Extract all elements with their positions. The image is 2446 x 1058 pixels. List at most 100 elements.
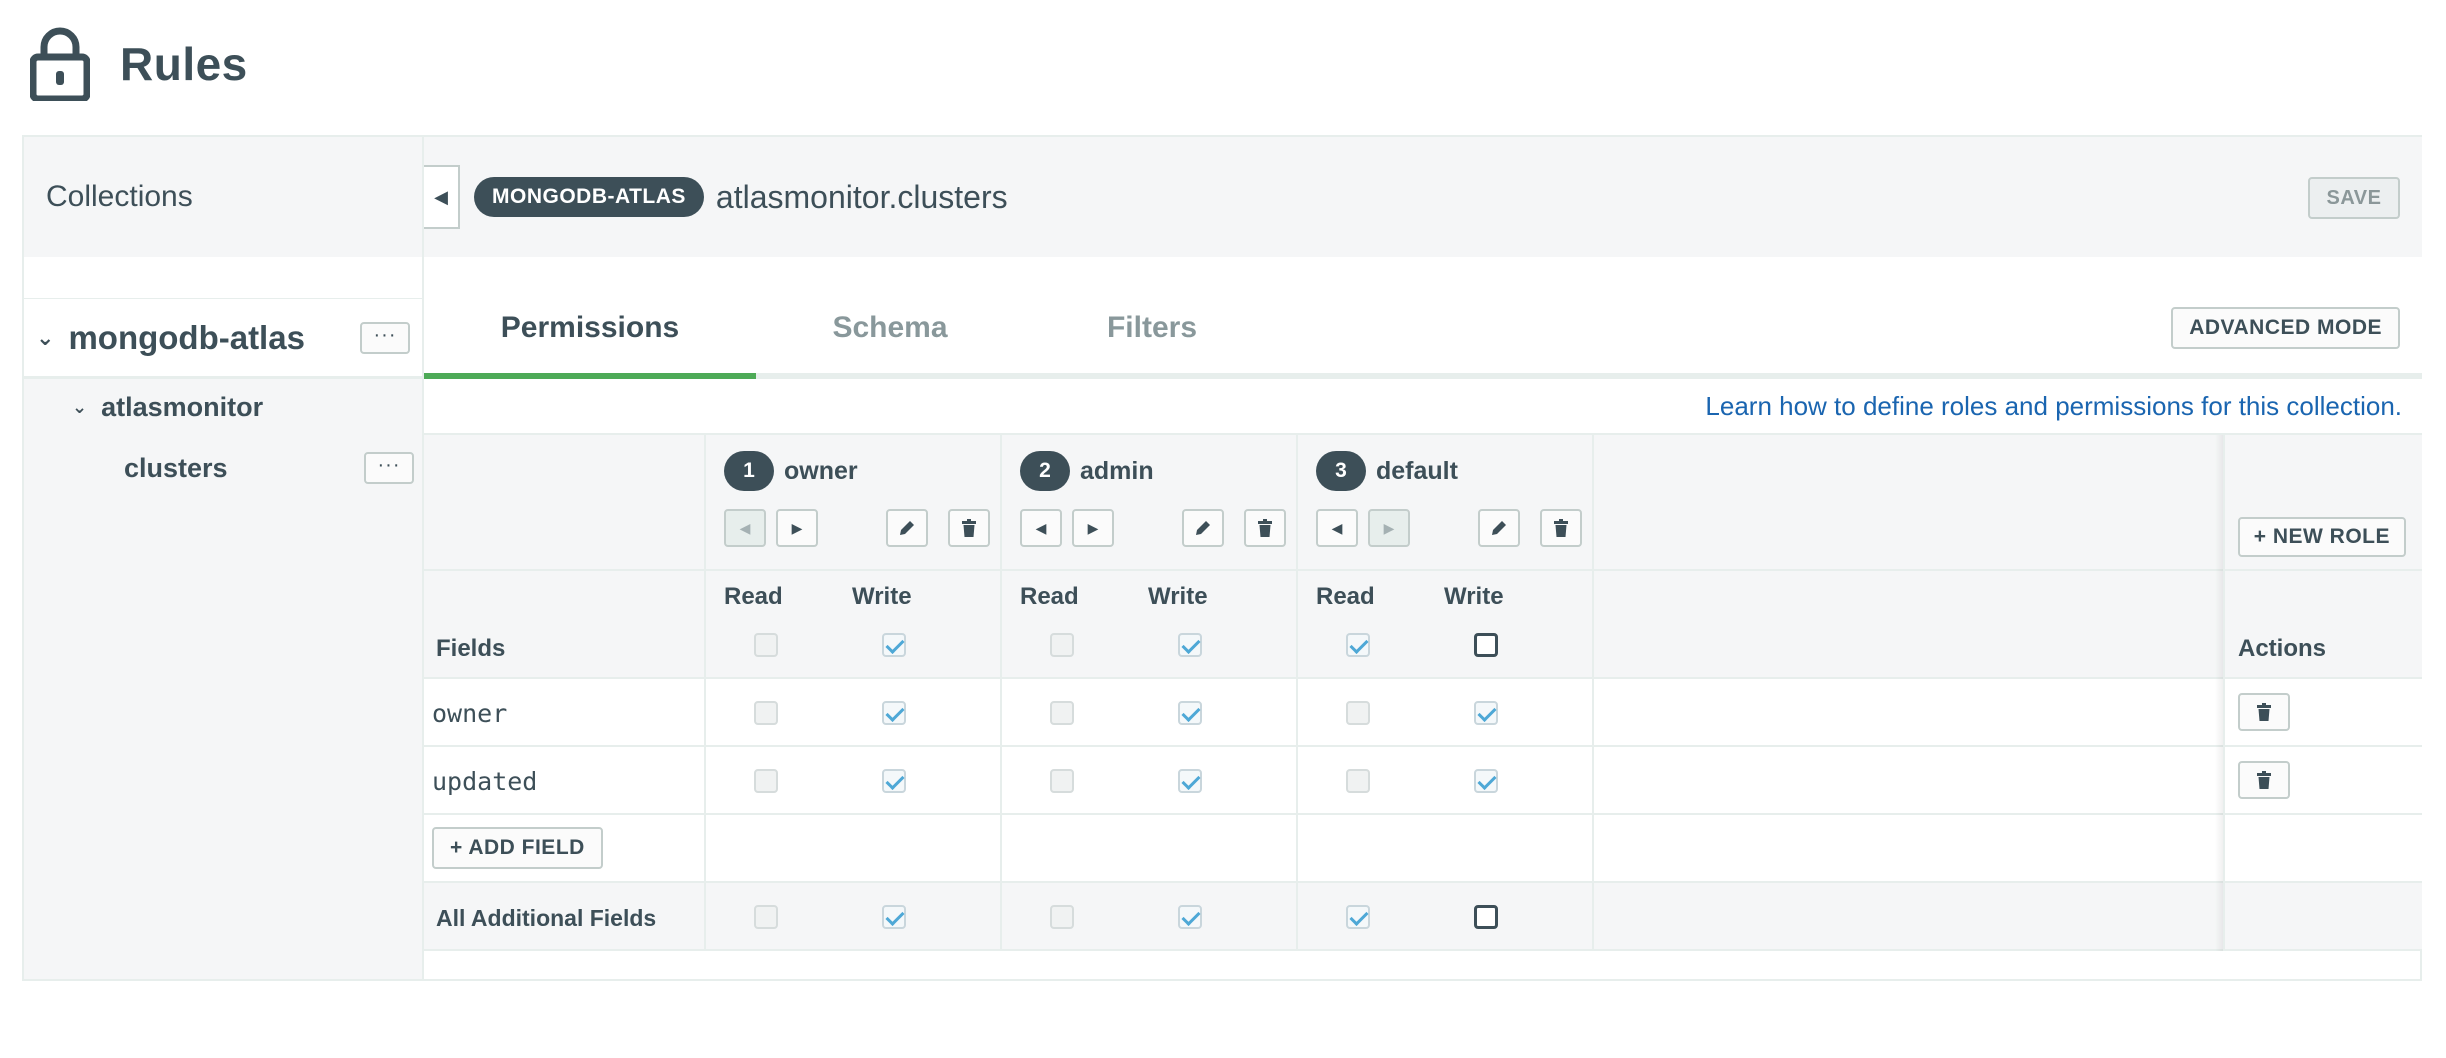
learn-row: Learn how to define roles and permission… [424,379,2422,435]
move-role-right-button[interactable]: ▶ [776,509,818,547]
collections-sidebar: Collections ⌄ mongodb-atlas ··· ⌄ atlasm… [24,137,424,979]
role-write-all-checkbox[interactable] [882,633,906,657]
database-name: atlasmonitor [101,391,264,422]
edit-role-button[interactable] [1182,509,1224,547]
learn-roles-link[interactable]: Learn how to define roles and permission… [1705,391,2402,422]
table-row: owner [424,679,2422,747]
edit-role-button[interactable] [1478,509,1520,547]
new-role-button[interactable]: + NEW ROLE [2237,517,2406,557]
role-number: 2 [1020,451,1070,491]
page-header: Rules [30,24,248,104]
save-button[interactable]: SAVE [2308,177,2400,219]
caret-left-icon: ◀ [1331,519,1343,536]
caret-right-icon: ▶ [1087,519,1099,536]
sidebar-spacer [24,257,422,299]
edit-role-button[interactable] [886,509,928,547]
write-checkbox[interactable] [1178,701,1202,725]
role-number: 3 [1316,451,1366,491]
table-row: updated [424,747,2422,815]
write-checkbox[interactable] [1474,769,1498,793]
service-badge: MONGODB-ATLAS [474,177,704,217]
read-checkbox[interactable] [1346,769,1370,793]
delete-role-button[interactable] [1540,509,1582,547]
write-header: Write [1148,583,1208,610]
role-name: admin [1080,456,1154,485]
delete-field-button[interactable] [2238,693,2290,731]
read-checkbox[interactable] [1050,905,1074,929]
service-name: mongodb-atlas [68,318,305,356]
rules-frame: Collections ⌄ mongodb-atlas ··· ⌄ atlasm… [22,135,2422,981]
chevron-down-icon[interactable]: ⌄ [36,325,54,351]
permissions-header-row: Fields Read Write Read Write Read Write … [424,571,2422,679]
role-header-owner: 1 owner [724,451,858,491]
chevron-down-icon[interactable]: ⌄ [72,397,87,418]
read-checkbox[interactable] [754,701,778,725]
additional-fields-row: All Additional Fields [424,883,2422,951]
write-header: Write [852,583,912,610]
move-role-right-button[interactable]: ▶ [1368,509,1410,547]
service-menu-button[interactable]: ··· [360,321,410,354]
role-write-all-checkbox[interactable] [1178,633,1202,657]
read-header: Read [1316,583,1375,610]
delete-role-button[interactable] [1244,509,1286,547]
write-checkbox[interactable] [882,905,906,929]
trash-icon [2257,703,2271,721]
caret-left-icon: ◀ [1035,519,1047,536]
add-field-button[interactable]: + ADD FIELD [432,827,603,869]
trash-icon [962,519,976,537]
read-checkbox[interactable] [1346,905,1370,929]
collection-menu-button[interactable]: ··· [364,452,414,484]
roles-header-row: 1 owner ◀ ▶ 2 admin ◀ ▶ 3 default ◀ ▶ + … [424,435,2422,571]
role-number: 1 [724,451,774,491]
role-name: default [1376,456,1458,485]
collection-header: ◀ MONGODB-ATLAS atlasmonitor.clusters SA… [424,137,2422,257]
read-checkbox[interactable] [754,769,778,793]
rules-main-panel: ◀ MONGODB-ATLAS atlasmonitor.clusters SA… [424,137,2422,979]
additional-fields-label: All Additional Fields [436,905,657,931]
move-role-left-button[interactable]: ◀ [1316,509,1358,547]
fields-header: Fields [436,635,506,662]
move-role-right-button[interactable]: ▶ [1072,509,1114,547]
field-name: updated [432,767,538,796]
role-write-all-checkbox[interactable] [1474,633,1498,657]
trash-icon [1554,519,1568,537]
actions-header: Actions [2238,635,2327,662]
delete-role-button[interactable] [948,509,990,547]
read-checkbox[interactable] [754,905,778,929]
sidebar-database-item[interactable]: ⌄ atlasmonitor [24,379,422,435]
move-role-left-button[interactable]: ◀ [724,509,766,547]
role-read-all-checkbox[interactable] [1346,633,1370,657]
tab-permissions[interactable]: Permissions [424,311,756,379]
trash-icon [2257,771,2271,789]
role-read-all-checkbox[interactable] [754,633,778,657]
sidebar-collection-item[interactable]: clusters ··· [24,435,422,501]
field-name: owner [432,699,508,728]
tab-filters[interactable]: Filters [986,311,1318,379]
write-checkbox[interactable] [1178,905,1202,929]
collection-name: clusters [124,452,228,483]
advanced-mode-button[interactable]: ADVANCED MODE [2171,307,2400,349]
add-field-row: + ADD FIELD [424,815,2422,883]
write-checkbox[interactable] [882,769,906,793]
delete-field-button[interactable] [2238,761,2290,799]
write-checkbox[interactable] [1178,769,1202,793]
caret-left-icon: ◀ [434,186,448,207]
read-header: Read [724,583,783,610]
role-header-admin: 2 admin [1020,451,1154,491]
role-read-all-checkbox[interactable] [1050,633,1074,657]
trash-icon [1258,519,1272,537]
write-checkbox[interactable] [1474,905,1498,929]
role-header-default: 3 default [1316,451,1458,491]
move-role-left-button[interactable]: ◀ [1020,509,1062,547]
page-title: Rules [120,38,248,90]
write-checkbox[interactable] [1474,701,1498,725]
write-header: Write [1444,583,1504,610]
read-checkbox[interactable] [1050,769,1074,793]
write-checkbox[interactable] [882,701,906,725]
read-checkbox[interactable] [1050,701,1074,725]
read-checkbox[interactable] [1346,701,1370,725]
sidebar-service-item[interactable]: ⌄ mongodb-atlas ··· [24,299,422,379]
collapse-sidebar-button[interactable]: ◀ [424,165,460,229]
caret-right-icon: ▶ [1383,519,1395,536]
pencil-icon [900,521,914,535]
